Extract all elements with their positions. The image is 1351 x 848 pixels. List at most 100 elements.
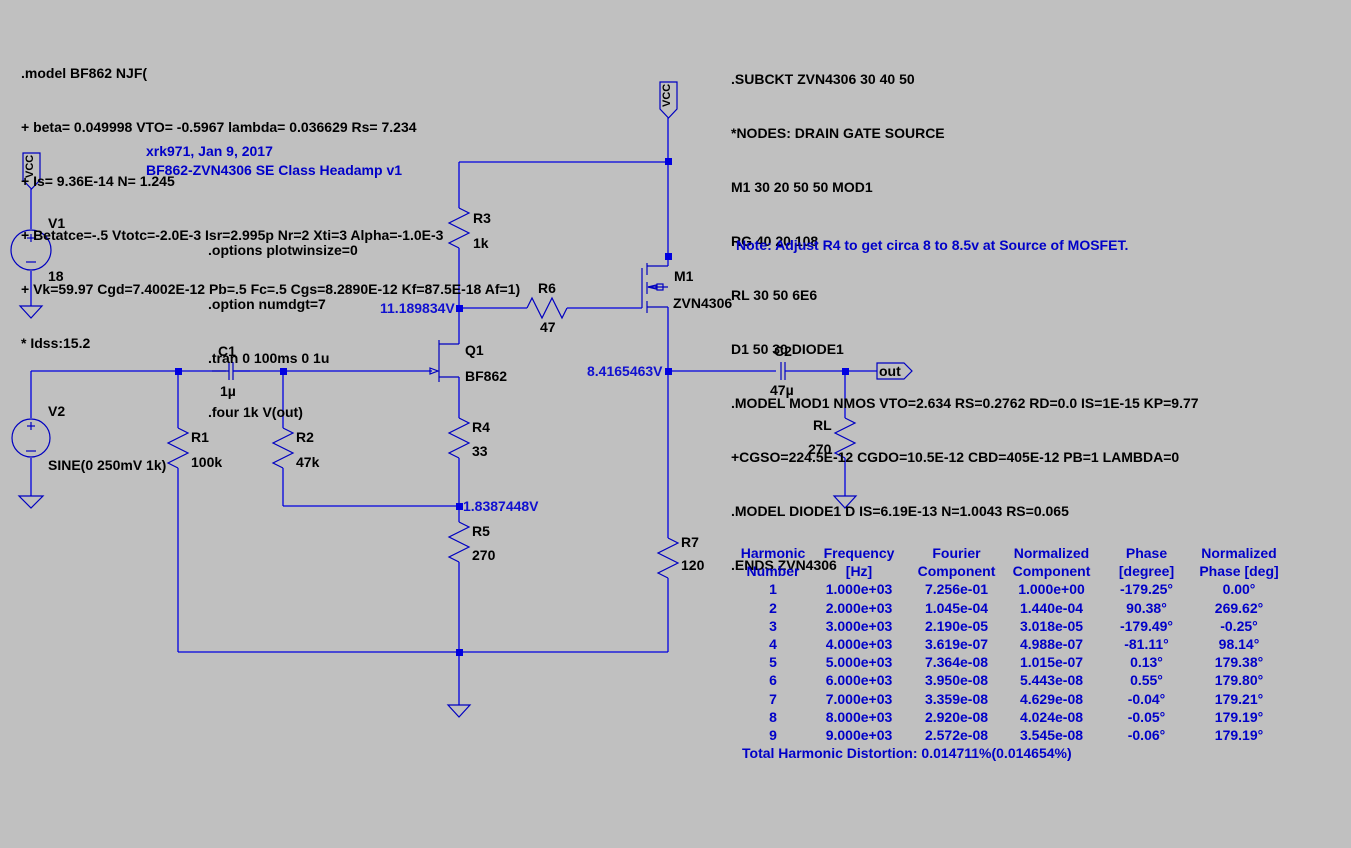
r1-name[interactable]: R1 (191, 429, 209, 445)
r1-value[interactable]: 100k (191, 454, 222, 470)
r4-value[interactable]: 33 (472, 443, 488, 459)
resistor-r6[interactable] (526, 296, 568, 320)
fourier-cell: -179.49° (1119, 617, 1174, 634)
r2-name[interactable]: R2 (296, 429, 314, 445)
spice-directives: .options plotwinsize=0 .option numdgt=7 … (208, 205, 358, 439)
fourier-cell: 7.256e-01 (924, 581, 989, 598)
header-degree: [degree] (1118, 563, 1175, 580)
header-harmonic: Harmonic (740, 545, 806, 561)
r2-value[interactable]: 47k (296, 454, 319, 470)
fourier-row: 8 8.000e+03 2.920e-08 4.024e-08 -0.05° 179.19… (737, 708, 1284, 726)
resistor-r1[interactable] (166, 427, 190, 469)
directive-line: .option numdgt=7 (208, 296, 326, 312)
q1-value[interactable]: BF862 (465, 368, 507, 384)
r6-value[interactable]: 47 (540, 319, 556, 335)
resistor-r5[interactable] (447, 521, 471, 563)
ground-symbol (17, 495, 45, 509)
node-voltage-q1-source: 1.8387448V (463, 498, 539, 514)
model-line: + beta= 0.049998 VTO= -0.5967 lambda= 0.… (21, 119, 417, 135)
fourier-cell: 7 (769, 690, 777, 707)
m1-name[interactable]: M1 (674, 268, 693, 284)
fourier-cell: 1.440e-04 (1019, 599, 1084, 616)
fourier-cell: 1.000e+03 (825, 581, 893, 598)
c1-value[interactable]: 1µ (220, 383, 236, 399)
fourier-cell: 5.443e-08 (1019, 672, 1084, 689)
voltage-source-v2[interactable] (11, 418, 51, 458)
fourier-cell: 3.359e-08 (924, 690, 989, 707)
subckt-line: D1 50 30 DIODE1 (731, 341, 844, 357)
c1-name[interactable]: C1 (218, 343, 236, 359)
fourier-row: 1 1.000e+03 7.256e-01 1.000e+00 -179.25° 0.00… (737, 580, 1284, 598)
fourier-cell: 8 (769, 708, 777, 725)
total-harmonic-distortion: Total Harmonic Distortion: 0.014711%(0.0… (742, 745, 1072, 761)
r5-name[interactable]: R5 (472, 523, 490, 539)
header-phase: Phase (1125, 545, 1168, 561)
fourier-row: 6 6.000e+03 3.950e-08 5.443e-08 0.55° 179.80° (737, 671, 1284, 689)
fourier-cell: -179.25° (1119, 581, 1174, 598)
fourier-cell: 6 (769, 672, 777, 689)
fourier-cell: 3 (769, 617, 777, 634)
header-normalized-phase: Normalized (1201, 545, 1277, 561)
fourier-table: Harmonic Frequency Fourier Normalized Ph… (737, 544, 1284, 744)
fourier-row: 7 7.000e+03 3.359e-08 4.629e-08 -0.04° 179.21… (737, 690, 1284, 708)
directive-line: .four 1k V(out) (208, 404, 303, 420)
m1-value[interactable]: ZVN4306 (673, 295, 732, 311)
fourier-cell: 1 (769, 581, 777, 598)
fourier-cell: 1.000e+00 (1018, 581, 1085, 598)
r5-value[interactable]: 270 (472, 547, 495, 563)
subckt-line: .MODEL DIODE1 D IS=6.19E-13 N=1.0043 RS=… (731, 503, 1069, 519)
fourier-cell: -0.25° (1220, 617, 1258, 634)
header-number: Number (746, 563, 800, 580)
fourier-cell: -0.04° (1127, 690, 1166, 707)
fourier-row: 2 2.000e+03 1.045e-04 1.440e-04 90.38° 269.62… (737, 599, 1284, 617)
node-voltage-q1-drain: 11.189834V (380, 300, 455, 316)
fourier-cell: 179.21° (1214, 690, 1264, 707)
r3-value[interactable]: 1k (473, 235, 489, 251)
v1-value[interactable]: 18 (48, 268, 64, 284)
r3-name[interactable]: R3 (473, 210, 491, 226)
fourier-cell: 98.14° (1218, 636, 1260, 653)
author-line: xrk971, Jan 9, 2017 (146, 143, 273, 159)
r7-value[interactable]: 120 (681, 557, 704, 573)
resistor-r7[interactable] (656, 537, 680, 579)
fourier-cell: 4.024e-08 (1019, 708, 1084, 725)
fourier-cell: 1.015e-07 (1019, 654, 1084, 671)
fourier-cell: 0.55° (1130, 672, 1163, 689)
c2-value[interactable]: 47µ (770, 382, 794, 398)
subckt-line: M1 30 20 50 50 MOD1 (731, 179, 873, 195)
resistor-r4[interactable] (447, 417, 471, 459)
rl-value[interactable]: 270 (808, 441, 831, 457)
v2-value[interactable]: SINE(0 250mV 1k) (48, 457, 166, 473)
mosfet-m1[interactable] (641, 263, 668, 313)
node-voltage-m1-source: 8.4165463V (587, 363, 663, 379)
fourier-cell: 3.000e+03 (825, 617, 893, 634)
header-normalized: Normalized (1013, 545, 1090, 561)
fourier-cell: 2.572e-08 (924, 727, 989, 744)
design-note: Note: Adjust R4 to get circa 8 to 8.5v a… (736, 237, 1129, 253)
q1-name[interactable]: Q1 (465, 342, 484, 358)
r4-name[interactable]: R4 (472, 419, 490, 435)
fourier-cell: 5.000e+03 (825, 654, 893, 671)
fourier-cell: 179.38° (1214, 654, 1264, 671)
fourier-cell: 0.00° (1222, 581, 1256, 598)
header-frequency: Frequency (823, 545, 895, 561)
v2-name[interactable]: V2 (48, 403, 65, 419)
fourier-row: 5 5.000e+03 7.364e-08 1.015e-07 0.13° 179.38° (737, 653, 1284, 671)
fourier-cell: 9 (769, 727, 777, 744)
header-hz: [Hz] (845, 563, 873, 580)
fourier-cell: 2.920e-08 (924, 708, 989, 725)
header-component: Component (1012, 563, 1091, 580)
fourier-cell: 4.000e+03 (825, 636, 893, 653)
fourier-cell: 179.80° (1214, 672, 1264, 689)
fourier-header-row: Number [Hz] Component Component [degree]… (737, 562, 1284, 580)
c2-name[interactable]: C2 (774, 343, 792, 359)
rl-name[interactable]: RL (813, 417, 832, 433)
fourier-row: 4 4.000e+03 3.619e-07 4.988e-07 -81.11° 98.14… (737, 635, 1284, 653)
fourier-cell: 3.545e-08 (1019, 727, 1084, 744)
v1-name[interactable]: V1 (48, 215, 65, 231)
r6-name[interactable]: R6 (538, 280, 556, 296)
r7-name[interactable]: R7 (681, 534, 699, 550)
fourier-cell: 179.19° (1214, 727, 1264, 744)
fourier-cell: 9.000e+03 (825, 727, 893, 744)
fourier-cell: 3.018e-05 (1019, 617, 1084, 634)
